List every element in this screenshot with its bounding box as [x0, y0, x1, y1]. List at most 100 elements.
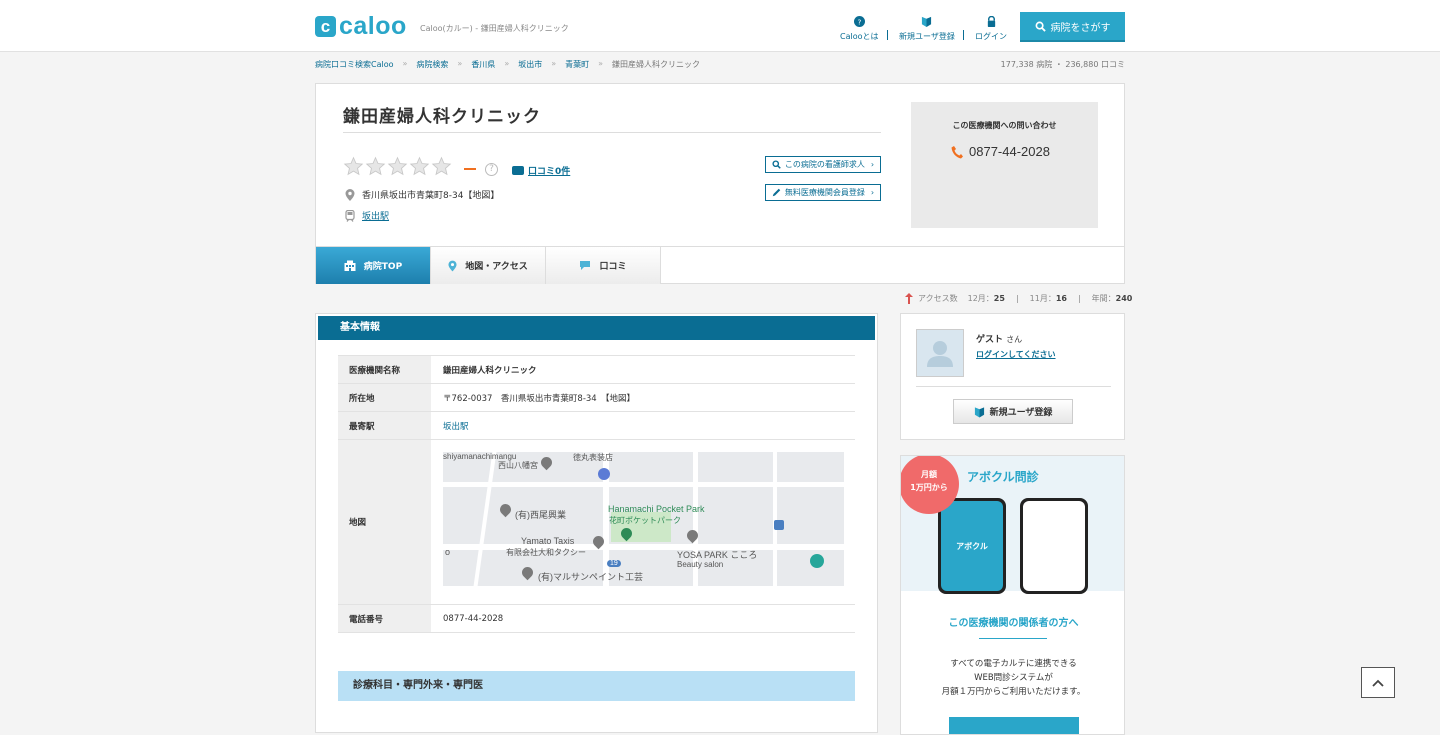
row-value: 〒762-0037 香川県坂出市青葉町8-34 【地図】: [431, 383, 855, 412]
member-register-button[interactable]: 無料医療機関会員登録 ›: [765, 184, 881, 201]
avatar: [916, 329, 964, 377]
breadcrumb: 病院口コミ検索Caloo » 病院検索 » 香川県 » 坂出市 » 青葉町 » …: [315, 59, 700, 70]
site-tagline: Caloo(カルー) - 鎌田産婦人科クリニック: [420, 24, 569, 33]
search-icon: [772, 160, 781, 169]
basic-info-heading: 基本情報: [318, 316, 875, 340]
map-label: 徳丸表装店: [573, 453, 613, 462]
map-label: 有限会社大和タクシー: [506, 548, 586, 557]
breadcrumb-link[interactable]: 青葉町: [565, 59, 589, 70]
clinic-address: 香川県坂出市青葉町8-34【地図】: [345, 188, 499, 201]
logo-word: caloo: [339, 12, 407, 40]
chevron-right-icon: ›: [870, 188, 875, 197]
row-key: 医療機関名称: [338, 355, 431, 384]
row-key: 地図: [338, 439, 431, 605]
star-icon: [365, 156, 386, 176]
row-value-station-link[interactable]: 坂出駅: [431, 411, 855, 440]
clinic-card: 鎌田産婦人科クリニック ? 口コミ0件 香川県坂出市青葉町8-34【地図】 坂出…: [315, 83, 1125, 284]
map-label: (有)西尾興業: [515, 510, 566, 520]
table-row: 最寄駅 坂出駅: [338, 411, 855, 440]
row-value: 0877-44-2028: [431, 604, 855, 633]
breadcrumb-separator: »: [598, 59, 604, 68]
main-content: 基本情報 医療機関名称 鎌田産婦人科クリニック 所在地 〒762-0037 香川…: [315, 313, 878, 733]
map-pin-icon: [345, 188, 355, 201]
site-header: c caloo Caloo(カルー) - 鎌田産婦人科クリニック ? Caloo…: [0, 0, 1440, 52]
tab-map-access[interactable]: 地図・アクセス: [431, 247, 546, 284]
nav-login-label: ログイン: [975, 32, 1007, 41]
route-badge: 19: [607, 560, 621, 567]
google-map[interactable]: shiyamanachimangu 西山八幡宮 徳丸表装店 (有)西尾興業 Ha…: [443, 452, 844, 586]
place-marker[interactable]: [810, 554, 824, 568]
logo-mark: c: [315, 15, 336, 37]
pencil-icon: [772, 188, 781, 197]
station-link[interactable]: 坂出駅: [362, 209, 389, 222]
back-to-top-button[interactable]: [1361, 667, 1395, 698]
breadcrumb-link[interactable]: 坂出市: [518, 59, 542, 70]
login-link[interactable]: ログインしてください: [976, 349, 1056, 360]
breadcrumb-link[interactable]: 病院検索: [416, 59, 448, 70]
nav-login[interactable]: ログイン: [975, 16, 1007, 42]
nurse-jobs-label: この病院の看護師求人: [784, 160, 865, 169]
reviews-count-label: 口コミ0件: [528, 167, 571, 177]
clinic-tabs: 病院TOP 地図・アクセス 口コミ: [316, 246, 1124, 284]
access-year-value: 240: [1115, 294, 1133, 303]
title-divider: [343, 132, 881, 133]
map-marker[interactable]: [497, 501, 514, 518]
lock-icon: [987, 16, 995, 27]
table-row: 医療機関名称 鎌田産婦人科クリニック: [338, 355, 855, 384]
map-pin-icon: [448, 260, 457, 271]
access-nov-label: 11月：: [1029, 294, 1056, 303]
nav-register-label: 新規ユーザ登録: [899, 32, 955, 41]
tab-reviews[interactable]: 口コミ: [546, 247, 661, 284]
tab-hospital-top[interactable]: 病院TOP: [316, 247, 431, 284]
search-hospital-button[interactable]: 病院をさがす: [1020, 12, 1125, 42]
question-circle-icon: ?: [853, 16, 865, 27]
nurse-jobs-button[interactable]: この病院の看護師求人 ›: [765, 156, 881, 173]
tab-reviews-label: 口コミ: [599, 262, 627, 272]
address-text: 香川県坂出市青葉町8-34【地図】: [362, 191, 500, 201]
phone-mockup: [1020, 498, 1088, 594]
breadcrumb-link[interactable]: 香川県: [471, 59, 495, 70]
ad-visual: アボクル アボクル問診 月額 1万円から: [901, 456, 1124, 594]
access-dec-value: 25: [993, 294, 1005, 303]
map-label: (有)マルサンペイント工芸: [538, 572, 643, 582]
aboclu-advertisement[interactable]: アボクル アボクル問診 月額 1万円から この医療機関の関係者の方へ すべての電…: [900, 455, 1125, 735]
rating-none-dash: [464, 168, 476, 170]
clinic-station: 坂出駅: [345, 209, 389, 222]
breadcrumb-link[interactable]: 病院口コミ検索Caloo: [315, 59, 394, 70]
star-icon: [409, 156, 430, 176]
train-icon: [345, 209, 355, 222]
bus-stop-marker[interactable]: [774, 520, 784, 530]
star-icon: [343, 156, 364, 176]
search-icon: [1035, 21, 1046, 32]
map-label: o: [445, 547, 451, 557]
rating-stars: [343, 156, 453, 177]
contact-box: この医療機関への問い合わせ 0877-44-2028: [911, 102, 1098, 228]
speech-bubble-icon: [580, 261, 591, 270]
map-marker[interactable]: [519, 564, 536, 581]
caloo-logo[interactable]: c caloo: [315, 12, 407, 40]
ad-text: すべての電子カルテに連携できる WEB問診システムが 月額１万円からご利用いただ…: [941, 659, 1086, 697]
table-row: 地図 shiyamanachimangu 西山八幡宮 徳丸表装店 (有)西尾興業…: [338, 439, 855, 605]
nav-register[interactable]: 新規ユーザ登録: [899, 16, 955, 42]
row-key: 所在地: [338, 383, 431, 412]
nav-about[interactable]: ? Calooとは: [840, 16, 879, 42]
site-stats: 177,338 病院 ・ 236,880 口コミ: [1000, 60, 1125, 69]
tab-hospital-top-label: 病院TOP: [363, 262, 403, 272]
chevron-up-icon: [1372, 679, 1384, 687]
register-button[interactable]: 新規ユーザ登録: [953, 399, 1073, 424]
contact-phone[interactable]: 0877-44-2028: [951, 144, 1050, 159]
phone-mockup: アボクル: [938, 498, 1006, 594]
tab-map-access-label: 地図・アクセス: [465, 262, 528, 272]
map-marker[interactable]: [538, 454, 555, 471]
ad-brand: アボクル問診: [967, 470, 1039, 484]
reviews-count-link[interactable]: 口コミ0件: [512, 164, 570, 177]
breadcrumb-separator: »: [551, 59, 557, 68]
nav-divider: [963, 30, 964, 40]
contact-phone-number: 0877-44-2028: [969, 144, 1050, 159]
phone-icon: [951, 145, 963, 158]
beginner-mark-icon: [922, 16, 932, 27]
rating-help-icon[interactable]: ?: [485, 163, 498, 176]
row-value: 鎌田産婦人科クリニック: [431, 355, 855, 384]
star-icon: [431, 156, 452, 176]
shop-marker[interactable]: [598, 468, 610, 480]
